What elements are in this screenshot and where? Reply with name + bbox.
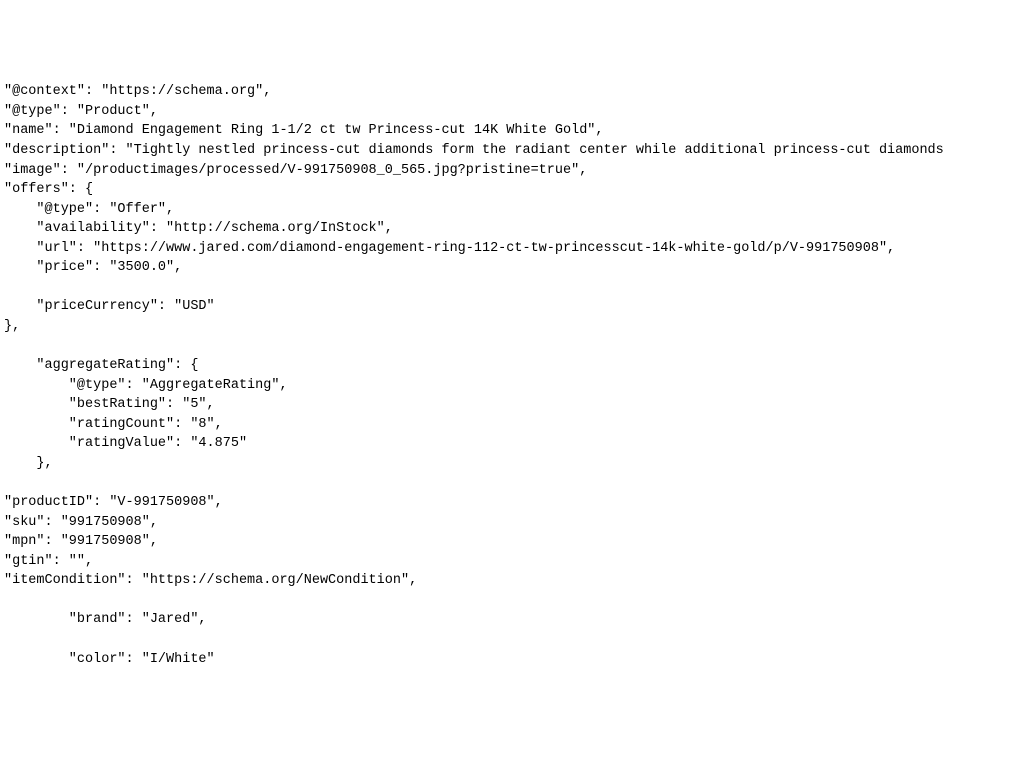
code-line: "productID": "V-991750908", bbox=[4, 495, 223, 510]
code-line: "price": "3500.0", bbox=[4, 260, 182, 275]
json-code-snippet: "@context": "https://schema.org", "@type… bbox=[4, 82, 1020, 669]
code-line: "priceCurrency": "USD" bbox=[4, 299, 215, 314]
code-line: "description": "Tightly nestled princess… bbox=[4, 143, 944, 158]
code-line: "ratingValue": "4.875" bbox=[4, 436, 247, 451]
code-line: "url": "https://www.jared.com/diamond-en… bbox=[4, 241, 895, 256]
code-line: "@type": "Offer", bbox=[4, 202, 174, 217]
code-line: "@type": "Product", bbox=[4, 104, 158, 119]
code-line: "bestRating": "5", bbox=[4, 397, 215, 412]
code-line: "offers": { bbox=[4, 182, 93, 197]
code-line: "brand": "Jared", bbox=[4, 612, 207, 627]
code-line: "@context": "https://schema.org", bbox=[4, 84, 271, 99]
code-line: }, bbox=[4, 456, 53, 471]
code-line: "image": "/productimages/processed/V-991… bbox=[4, 163, 587, 178]
code-line: "availability": "http://schema.org/InSto… bbox=[4, 221, 393, 236]
code-line: "color": "I/White" bbox=[4, 652, 215, 667]
code-line: "@type": "AggregateRating", bbox=[4, 378, 288, 393]
code-line: "name": "Diamond Engagement Ring 1-1/2 c… bbox=[4, 123, 604, 138]
code-line: "ratingCount": "8", bbox=[4, 417, 223, 432]
code-line: "sku": "991750908", bbox=[4, 515, 158, 530]
code-line: "itemCondition": "https://schema.org/New… bbox=[4, 573, 417, 588]
code-line: "gtin": "", bbox=[4, 554, 93, 569]
code-line: "aggregateRating": { bbox=[4, 358, 198, 373]
code-line: }, bbox=[4, 319, 20, 334]
